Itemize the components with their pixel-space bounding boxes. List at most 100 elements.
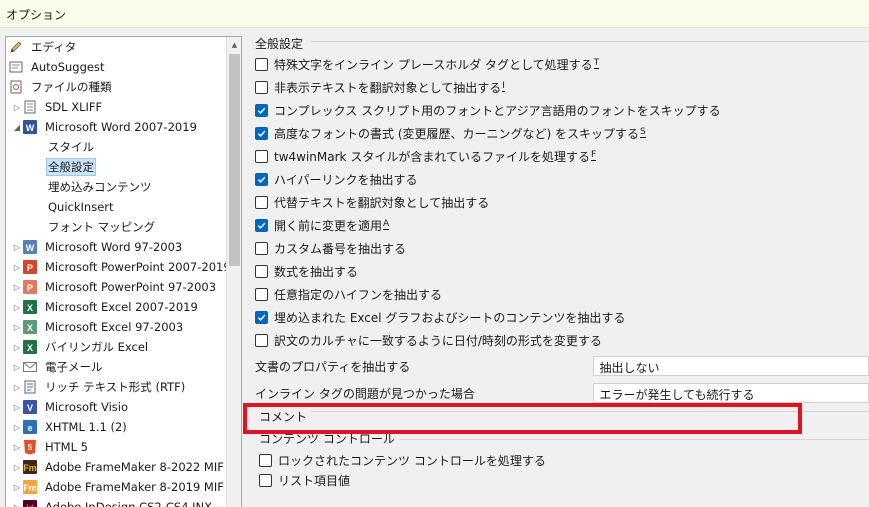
tree-item[interactable]: ▷ Fm Adobe FrameMaker 8-2019 MIF — [6, 477, 228, 497]
email-icon — [22, 359, 38, 375]
tree-item-label: AutoSuggest — [31, 60, 105, 74]
general-section-title: 全般設定 — [255, 35, 308, 52]
option-checkbox-row[interactable]: 代替テキストを翻訳対象として抽出する — [255, 192, 489, 212]
tree-item-label: ファイルの種類 — [31, 80, 112, 94]
expand-arrow-icon[interactable]: ▷ — [12, 103, 22, 112]
tree-item[interactable]: 埋め込みコンテンツ — [6, 177, 228, 197]
expand-arrow-icon[interactable]: ▷ — [12, 243, 22, 252]
tree-item[interactable]: ▷ リッチ テキスト形式 (RTF) — [6, 377, 228, 397]
scroll-up-arrow-icon[interactable]: ▲ — [227, 37, 241, 52]
svg-text:Fm: Fm — [23, 463, 37, 473]
tree-item[interactable]: ▷ P Microsoft PowerPoint 2007-2019 — [6, 257, 231, 277]
expand-arrow-icon[interactable]: ▷ — [12, 343, 22, 352]
checkbox[interactable] — [255, 195, 268, 209]
tree-item[interactable]: スタイル — [6, 137, 228, 157]
option-checkbox-row[interactable]: 埋め込まれた Excel グラフおよびシートのコンテンツを抽出する — [255, 307, 625, 327]
option-checkbox-row[interactable]: 任意指定のハイフンを抽出する — [255, 284, 442, 304]
expand-arrow-icon[interactable]: ▷ — [12, 423, 22, 432]
svg-text:P: P — [27, 283, 33, 293]
option-checkbox-row[interactable]: 数式を抽出する — [255, 261, 358, 281]
checkbox-label: ハイパーリンクを抽出する — [274, 172, 418, 187]
html5-icon: 5 — [22, 439, 38, 455]
option-checkbox-row[interactable]: 訳文のカルチャに一致するように日付/時刻の形式を変更する — [255, 330, 602, 350]
checkbox[interactable] — [255, 310, 268, 324]
checkbox[interactable] — [255, 126, 268, 140]
tree-item[interactable]: 全般設定 — [6, 157, 228, 177]
tree-scrollbar[interactable]: ▲ — [226, 37, 241, 507]
tree-item[interactable]: ▷ X Microsoft Excel 2007-2019 — [6, 297, 228, 317]
tree-item[interactable]: AutoSuggest — [6, 57, 228, 77]
option-checkbox-row[interactable]: 開く前に変更を適用 A — [255, 215, 390, 235]
tree-item[interactable]: ▷ P Microsoft PowerPoint 97-2003 — [6, 277, 228, 297]
expand-arrow-icon[interactable]: ▷ — [12, 263, 22, 272]
scrollbar-thumb[interactable] — [229, 54, 240, 266]
checkbox[interactable] — [255, 172, 268, 186]
tree-item[interactable]: ▷ V Microsoft Visio — [6, 397, 228, 417]
tree-item[interactable]: ▷ W Microsoft Word 97-2003 — [6, 237, 228, 257]
tree-item-label: Adobe InDesign CS2-CS4 INX — [45, 500, 213, 507]
svg-text:X: X — [27, 323, 33, 333]
tree-item[interactable]: ▷ Id Adobe InDesign CS2-CS4 INX — [6, 497, 228, 507]
tree-item[interactable]: ▷ Fm Adobe FrameMaker 8-2022 MIF V2 — [6, 457, 241, 477]
tree-item[interactable]: ▷ X バイリンガル Excel — [6, 337, 228, 357]
option-checkbox-row[interactable]: 高度なフォントの書式 (変更履歴、カーニングなど) をスキップする S — [255, 123, 646, 143]
checkbox-label: リスト項目値 — [278, 473, 351, 488]
tree-item[interactable]: ▷ 5 HTML 5 — [6, 437, 228, 457]
expand-arrow-icon[interactable]: ▷ — [12, 363, 22, 372]
checkbox[interactable] — [255, 333, 268, 347]
checkbox[interactable] — [255, 241, 268, 255]
tree-item-label: Microsoft Word 97-2003 — [45, 240, 183, 254]
checkbox[interactable] — [255, 218, 268, 232]
settings-panel: 全般設定 特殊文字をインライン プレースホルダ タグとして処理する T 非表示テキス… — [245, 30, 869, 507]
expand-arrow-icon[interactable]: ▷ — [12, 463, 22, 472]
tree-item[interactable]: ファイルの種類 — [6, 77, 228, 97]
expand-arrow-icon[interactable]: ▷ — [12, 503, 22, 507]
checkbox[interactable] — [255, 57, 268, 71]
tree-item[interactable]: エディタ — [6, 37, 228, 57]
visio-icon: V — [22, 399, 38, 415]
checkbox-label: tw4winMark スタイルが含まれているファイルを処理する — [274, 149, 590, 164]
tree-item[interactable]: ▷ e XHTML 1.1 (2) — [6, 417, 228, 437]
option-checkbox-row[interactable]: ロックされたコンテンツ コントロールを処理する — [259, 450, 546, 470]
checkbox[interactable] — [255, 264, 268, 278]
options-tree[interactable]: エディタ AutoSuggest ファイルの種類 ▷ SDL XLIFF ◢ W Micros… — [5, 36, 242, 507]
expand-arrow-icon[interactable]: ▷ — [12, 403, 22, 412]
tree-item[interactable]: ▷ SDL XLIFF — [6, 97, 228, 117]
expand-arrow-icon[interactable]: ▷ — [12, 323, 22, 332]
tree-item-label: Adobe FrameMaker 8-2022 MIF V2 — [45, 460, 242, 474]
option-checkbox-row[interactable]: ハイパーリンクを抽出する — [255, 169, 418, 189]
expand-arrow-icon[interactable]: ▷ — [12, 303, 22, 312]
expand-arrow-icon[interactable]: ▷ — [12, 383, 22, 392]
option-checkbox-row[interactable]: 非表示テキストを翻訳対象として抽出する I — [255, 77, 505, 97]
tree-item[interactable]: フォント マッピング — [6, 217, 228, 237]
option-checkbox-row[interactable]: カスタム番号を抽出する — [255, 238, 406, 258]
expand-arrow-icon[interactable]: ▷ — [12, 443, 22, 452]
checkbox-label: 非表示テキストを翻訳対象として抽出する — [274, 80, 502, 95]
tree-item[interactable]: ▷ X Microsoft Excel 97-2003 — [6, 317, 228, 337]
tree-item[interactable]: ▷ 電子メール — [6, 357, 228, 377]
svg-text:X: X — [27, 343, 33, 353]
checkbox[interactable] — [255, 149, 268, 163]
property-dropdown[interactable]: 抽出しない — [592, 356, 869, 376]
checkbox[interactable] — [255, 103, 268, 117]
checkbox[interactable] — [255, 287, 268, 301]
option-checkbox-row[interactable]: 特殊文字をインライン プレースホルダ タグとして処理する T — [255, 54, 600, 74]
access-key: T — [593, 58, 600, 69]
option-checkbox-row[interactable]: tw4winMark スタイルが含まれているファイルを処理する F — [255, 146, 597, 166]
checkbox[interactable] — [259, 473, 272, 487]
expand-arrow-icon[interactable]: ▷ — [12, 483, 22, 492]
tree-item-label: QuickInsert — [48, 200, 114, 214]
filetypes-icon — [8, 79, 24, 95]
checkbox[interactable] — [255, 80, 268, 94]
checkbox-label: 任意指定のハイフンを抽出する — [274, 287, 443, 302]
checkbox[interactable] — [259, 453, 272, 467]
tree-item[interactable]: QuickInsert — [6, 197, 228, 217]
word-icon: W — [22, 119, 38, 135]
expand-arrow-icon[interactable]: ▷ — [12, 283, 22, 292]
option-checkbox-row[interactable]: リスト項目値 — [259, 470, 350, 490]
tree-item[interactable]: ◢ W Microsoft Word 2007-2019 — [6, 117, 228, 137]
indesign-icon: Id — [22, 499, 38, 507]
property-dropdown[interactable]: エラーが発生しても続行する — [592, 383, 869, 403]
option-checkbox-row[interactable]: コンプレックス スクリプト用のフォントとアジア言語用のフォントをスキップする — [255, 100, 721, 120]
collapse-arrow-icon[interactable]: ◢ — [12, 123, 22, 132]
